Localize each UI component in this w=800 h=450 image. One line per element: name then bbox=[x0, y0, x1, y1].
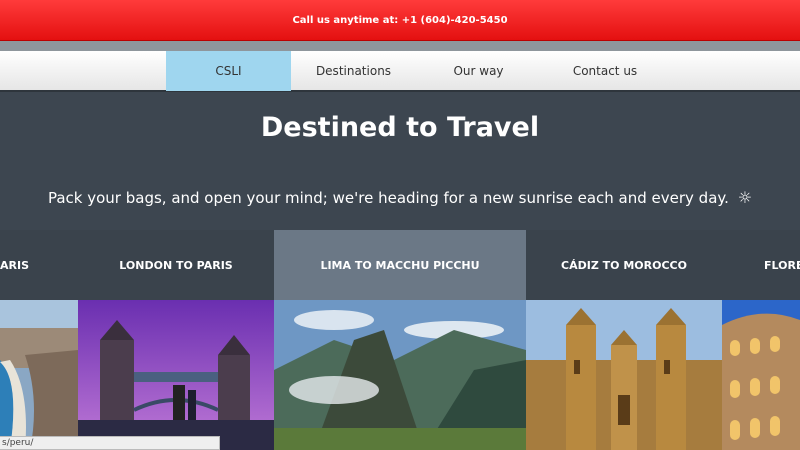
page-title: Destined to Travel bbox=[260, 112, 540, 143]
destination-card-london-to-paris[interactable]: LONDON TO PARIS bbox=[78, 230, 274, 450]
contact-banner: Call us anytime at: +1 (604)-420-5450 bbox=[0, 0, 800, 41]
main-nav: CSLI Destinations Our way Contact us bbox=[0, 51, 800, 92]
card-image-tower-bridge bbox=[78, 300, 274, 450]
card-title-text: CÁDIZ TO MOROCCO bbox=[561, 258, 687, 272]
card-image-cathedral bbox=[526, 300, 722, 450]
contact-banner-text: Call us anytime at: +1 (604)-420-5450 bbox=[292, 14, 508, 26]
card-image-nice-coast bbox=[0, 300, 78, 450]
card-title: LIMA TO MACCHU PICCHU bbox=[274, 230, 526, 300]
card-title: FLORE bbox=[722, 230, 800, 300]
nav-item-csli[interactable]: CSLI bbox=[166, 51, 291, 91]
card-title-text: ARIS bbox=[0, 258, 29, 272]
destination-card-paris[interactable]: ARIS bbox=[0, 230, 78, 450]
nav-item-destinations[interactable]: Destinations bbox=[291, 51, 416, 91]
card-title-text: LONDON TO PARIS bbox=[119, 258, 233, 272]
destination-card-lima-to-macchu-picchu[interactable]: LIMA TO MACCHU PICCHU bbox=[274, 230, 526, 450]
nav-item-our-way[interactable]: Our way bbox=[416, 51, 541, 91]
card-image-colosseum bbox=[722, 300, 800, 450]
page-tagline: Pack your bags, and open your mind; we'r… bbox=[0, 188, 800, 207]
card-title: LONDON TO PARIS bbox=[78, 230, 274, 300]
card-image-machu-picchu bbox=[274, 300, 526, 450]
banner-separator bbox=[0, 41, 800, 51]
nav-item-contact-us[interactable]: Contact us bbox=[541, 51, 669, 91]
nav-item-label: Destinations bbox=[315, 64, 392, 78]
card-title: CÁDIZ TO MOROCCO bbox=[526, 230, 722, 300]
destination-card-cadiz-to-morocco[interactable]: CÁDIZ TO MOROCCO bbox=[526, 230, 722, 450]
nav-item-label: Contact us bbox=[572, 64, 638, 78]
tagline-text: Pack your bags, and open your mind; we'r… bbox=[47, 189, 729, 207]
destination-card-florence[interactable]: FLORE bbox=[722, 230, 800, 450]
nav-item-label: Our way bbox=[453, 64, 504, 78]
card-title-text: LIMA TO MACCHU PICCHU bbox=[320, 258, 480, 272]
browser-status-url: s/peru/ bbox=[0, 436, 220, 450]
nav-item-label: CSLI bbox=[215, 64, 242, 78]
sun-icon: ☼ bbox=[737, 188, 753, 207]
status-url-text: s/peru/ bbox=[2, 438, 34, 448]
card-title-text: FLORE bbox=[764, 258, 800, 272]
card-title: ARIS bbox=[0, 230, 78, 300]
